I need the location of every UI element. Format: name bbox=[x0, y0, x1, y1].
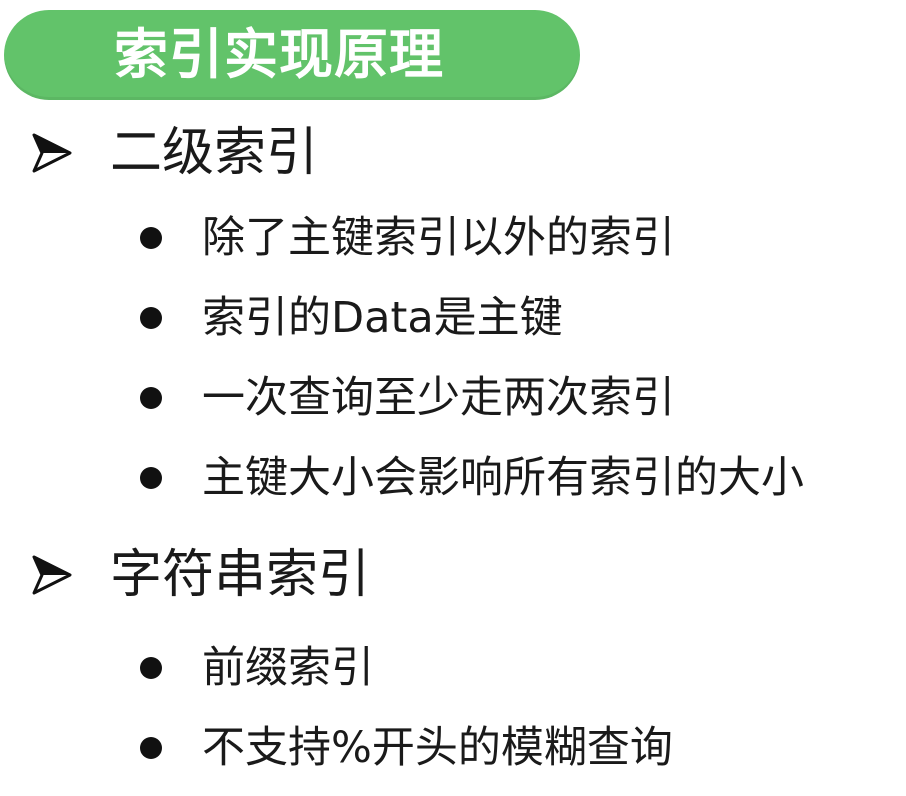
page-title: 索引实现原理 bbox=[114, 23, 444, 86]
list-item: 除了主键索引以外的索引 bbox=[140, 208, 675, 268]
section-header-secondary-index: 二级索引 bbox=[28, 118, 318, 188]
bullet-dot-icon bbox=[140, 227, 162, 249]
list-item: 不支持%开头的模糊查询 bbox=[140, 718, 673, 778]
bullet-dot-icon bbox=[140, 657, 162, 679]
section-label: 字符串索引 bbox=[110, 545, 371, 605]
bullet-dot-icon bbox=[140, 387, 162, 409]
list-item-text: 除了主键索引以外的索引 bbox=[202, 213, 675, 263]
list-item: 前缀索引 bbox=[140, 638, 374, 698]
list-item-text: 前缀索引 bbox=[202, 643, 374, 693]
arrow-bullet-icon bbox=[32, 555, 72, 595]
arrow-bullet-icon bbox=[32, 133, 72, 173]
list-item: 主键大小会影响所有索引的大小 bbox=[140, 448, 804, 508]
list-item-text: 一次查询至少走两次索引 bbox=[202, 373, 675, 423]
list-item: 索引的Data是主键 bbox=[140, 288, 563, 348]
section-label: 二级索引 bbox=[110, 123, 319, 183]
bullet-dot-icon bbox=[140, 737, 162, 759]
title-banner: 索引实现原理 bbox=[4, 10, 580, 100]
bullet-dot-icon bbox=[140, 467, 162, 489]
bullet-dot-icon bbox=[140, 307, 162, 329]
section-header-string-index: 字符串索引 bbox=[28, 540, 370, 610]
list-item-text: 不支持%开头的模糊查询 bbox=[202, 723, 673, 773]
list-item-text: 索引的Data是主键 bbox=[202, 293, 563, 343]
list-item: 一次查询至少走两次索引 bbox=[140, 368, 675, 428]
list-item-text: 主键大小会影响所有索引的大小 bbox=[202, 453, 804, 503]
